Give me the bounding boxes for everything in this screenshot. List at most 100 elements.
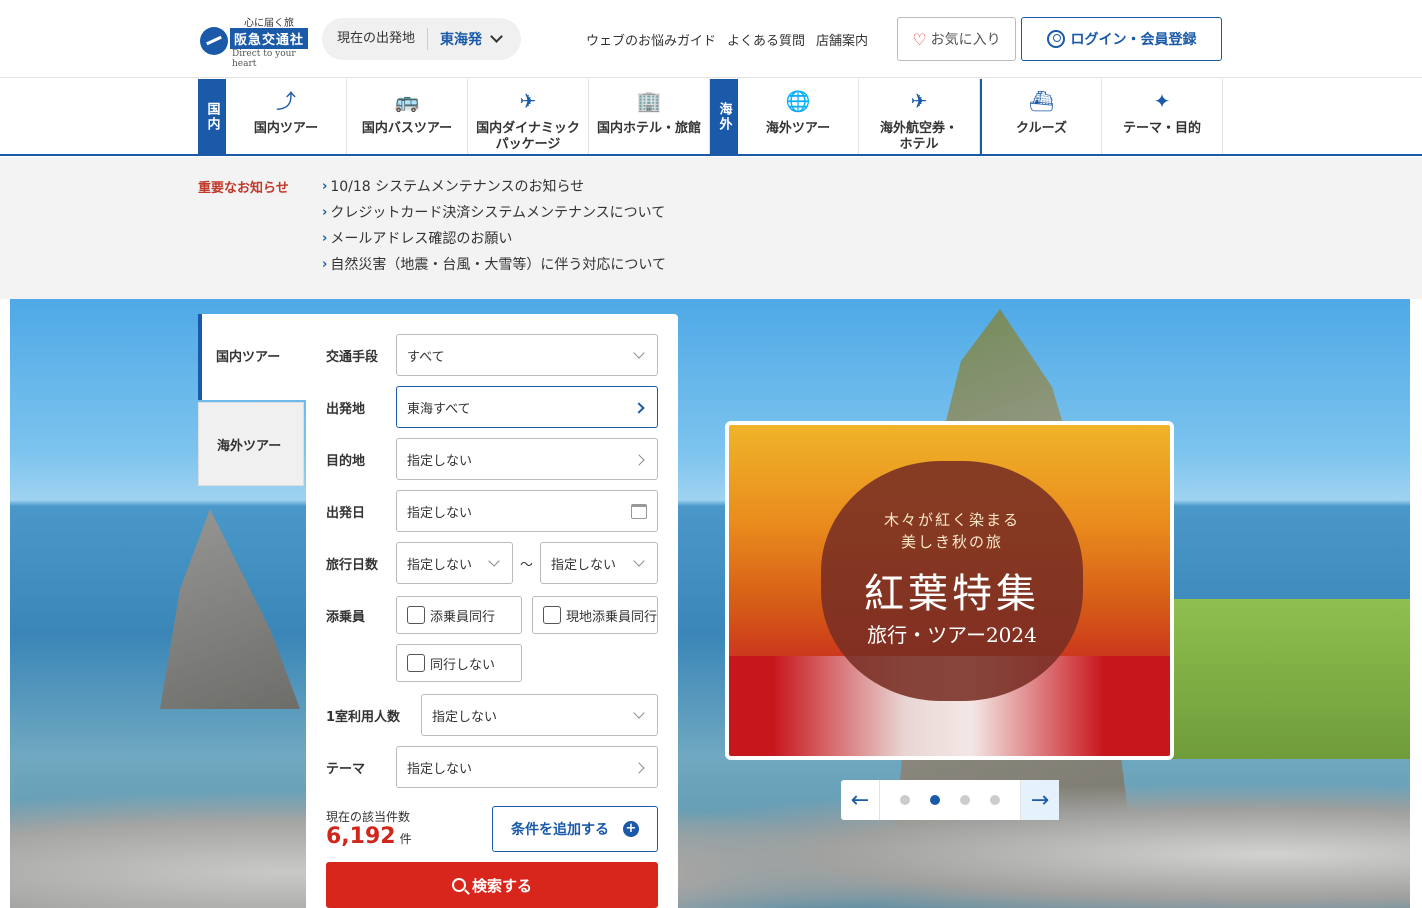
chevron-right-icon: [633, 402, 645, 414]
checkbox-icon: [543, 606, 561, 624]
nav-theme[interactable]: ✦ テーマ・目的: [1102, 79, 1223, 154]
nav-label: テーマ・目的: [1122, 121, 1201, 136]
guide-opt-label: 現地添乗員同行: [566, 609, 658, 625]
calendar-icon: [631, 504, 647, 519]
days-from-select[interactable]: 指定しない: [396, 542, 513, 584]
chevron-right-icon: ›: [322, 257, 328, 272]
login-button[interactable]: ログイン・会員登録: [1021, 17, 1222, 61]
plus-icon: +: [623, 821, 639, 837]
ship-icon: ⛴: [1028, 89, 1055, 113]
main-nav: 国内 ⤴ 国内ツアー 🚌 国内バスツアー ✈ 国内ダイナミック パッケージ 🏢 国内ホテ…: [0, 79, 1422, 156]
transport-label: 交通手段: [326, 349, 379, 365]
tab-overseas-tour[interactable]: 海外ツアー: [198, 402, 304, 486]
chevron-right-icon: [633, 762, 645, 774]
departure-selector[interactable]: 現在の出発地 東海発: [322, 18, 521, 60]
date-field[interactable]: 指定しない: [396, 490, 658, 532]
chevron-right-icon: ›: [322, 179, 328, 194]
favorites-label: お気に入り: [930, 32, 1001, 48]
notice-item[interactable]: › 10/18 システムメンテナンスのお知らせ: [322, 177, 666, 203]
logo-english: Direct to your heart: [232, 49, 296, 69]
carousel-controls: ← →: [841, 780, 1059, 820]
favorites-button[interactable]: ♡ お気に入り: [897, 17, 1016, 61]
header-link-guide[interactable]: ウェブのお悩みガイド: [586, 30, 716, 49]
carousel-dot[interactable]: [990, 795, 1000, 805]
transport-row: 交通手段 すべて: [326, 334, 658, 376]
carousel-dot-active[interactable]: [930, 795, 940, 805]
carousel-dots: [879, 780, 1021, 820]
chevron-down-icon: [633, 707, 645, 719]
departure-value: 東海発: [440, 32, 483, 48]
sparkle-icon: ✦: [1153, 89, 1171, 113]
search-label: 検索する: [471, 876, 532, 895]
arrow-left-icon[interactable]: ←: [841, 780, 879, 820]
search-tabs: 国内ツアー 海外ツアー: [198, 314, 306, 486]
header-link-faq[interactable]: よくある質問: [727, 30, 805, 49]
nav-cruise[interactable]: ⛴ クルーズ: [980, 79, 1102, 154]
logo-tagline: 心に届く旅: [244, 18, 294, 29]
theme-field[interactable]: 指定しない: [396, 746, 658, 788]
banner-medallion: 木々が紅く染まる 美しき秋の旅 紅葉特集 旅行・ツアー2024: [821, 461, 1083, 701]
guide-none-checkbox[interactable]: 同行しない: [396, 644, 522, 682]
route-icon: ⤴: [276, 89, 296, 113]
theme-label: テーマ: [326, 761, 366, 777]
carousel-dot[interactable]: [960, 795, 970, 805]
bus-icon: 🚌: [394, 89, 420, 113]
header-link-stores[interactable]: 店舗案内: [816, 30, 868, 49]
nav-label: 海外航空券・ ホテル: [879, 121, 958, 152]
nav-label: 国内バスツアー: [361, 121, 453, 136]
room-value: 指定しない: [432, 709, 498, 725]
nav-domestic-dynamic[interactable]: ✈ 国内ダイナミック パッケージ: [468, 79, 589, 154]
transport-select[interactable]: すべて: [396, 334, 658, 376]
autumn-leaves-banner[interactable]: 木々が紅く染まる 美しき秋の旅 紅葉特集 旅行・ツアー2024: [725, 421, 1174, 760]
days-to-select[interactable]: 指定しない: [540, 542, 658, 584]
header: 心に届く旅 阪急交通社 Direct to your heart 現在の出発地 …: [0, 0, 1422, 78]
notice-item[interactable]: › メールアドレス確認のお願い: [322, 229, 666, 255]
nav-domestic-bus[interactable]: 🚌 国内バスツアー: [347, 79, 468, 154]
overseas-tab-label: 海外: [710, 79, 738, 154]
banner-line2: 美しき秋の旅: [900, 533, 1003, 551]
guide-local-checkbox[interactable]: 現地添乗員同行: [532, 596, 658, 634]
nav-domestic-hotel[interactable]: 🏢 国内ホテル・旅館: [589, 79, 710, 154]
notice-item[interactable]: › クレジットカード決済システムメンテナンスについて: [322, 203, 666, 229]
guide-row: 添乗員 添乗員同行 現地添乗員同行: [326, 596, 658, 634]
nav-label: 海外ツアー: [765, 121, 831, 136]
departure-field[interactable]: 東海すべて: [396, 386, 658, 428]
notices-title: 重要なお知らせ: [198, 181, 289, 196]
plane-hotel-icon: ✈: [910, 89, 928, 113]
logo-mark-icon: [200, 27, 228, 55]
tab-domestic-tour[interactable]: 国内ツアー: [198, 314, 306, 400]
nav-domestic-tour[interactable]: ⤴ 国内ツアー: [226, 79, 347, 154]
carousel-dot[interactable]: [900, 795, 910, 805]
banner-title: 紅葉特集: [864, 571, 1040, 617]
search-button[interactable]: 検索する: [326, 862, 658, 908]
hero-rock: [160, 509, 300, 709]
arrow-right-icon[interactable]: →: [1021, 780, 1059, 820]
notice-text: メールアドレス確認のお願い: [330, 231, 513, 247]
important-notices: 重要なお知らせ › 10/18 システムメンテナンスのお知らせ › クレジットカード…: [0, 157, 1422, 299]
days-from-value: 指定しない: [407, 557, 473, 573]
notice-text: 10/18 システムメンテナンスのお知らせ: [330, 179, 585, 195]
search-icon: [451, 878, 466, 892]
theme-row: テーマ 指定しない: [326, 746, 658, 788]
departure-field-value: 東海すべて: [407, 401, 471, 417]
departure-field-label: 出発地: [326, 401, 366, 417]
notice-item[interactable]: › 自然災害（地震・台風・大雪等）に伴う対応について: [322, 255, 666, 281]
site-logo[interactable]: 心に届く旅 阪急交通社 Direct to your heart: [200, 14, 312, 69]
guide-row-2: 同行しない: [396, 644, 522, 682]
add-condition-button[interactable]: 条件を追加する +: [492, 806, 658, 852]
login-label: ログイン・会員登録: [1070, 32, 1197, 48]
banner-line1: 木々が紅く染まる: [883, 511, 1020, 529]
nav-overseas-air-hotel[interactable]: ✈ 海外航空券・ ホテル: [859, 79, 980, 154]
destination-label: 目的地: [326, 453, 366, 469]
room-select[interactable]: 指定しない: [421, 694, 658, 736]
user-icon: [1046, 30, 1065, 48]
banner-subtitle: 旅行・ツアー2024: [867, 623, 1037, 647]
domestic-tab-label: 国内: [198, 79, 226, 154]
guide-opt-label: 添乗員同行: [430, 609, 496, 625]
checkbox-icon: [407, 654, 425, 672]
nav-overseas-tour[interactable]: 🌐 海外ツアー: [738, 79, 859, 154]
guide-accompanied-checkbox[interactable]: 添乗員同行: [396, 596, 522, 634]
add-condition-label: 条件を追加する: [511, 822, 609, 838]
theme-value: 指定しない: [407, 761, 473, 777]
destination-field[interactable]: 指定しない: [396, 438, 658, 480]
